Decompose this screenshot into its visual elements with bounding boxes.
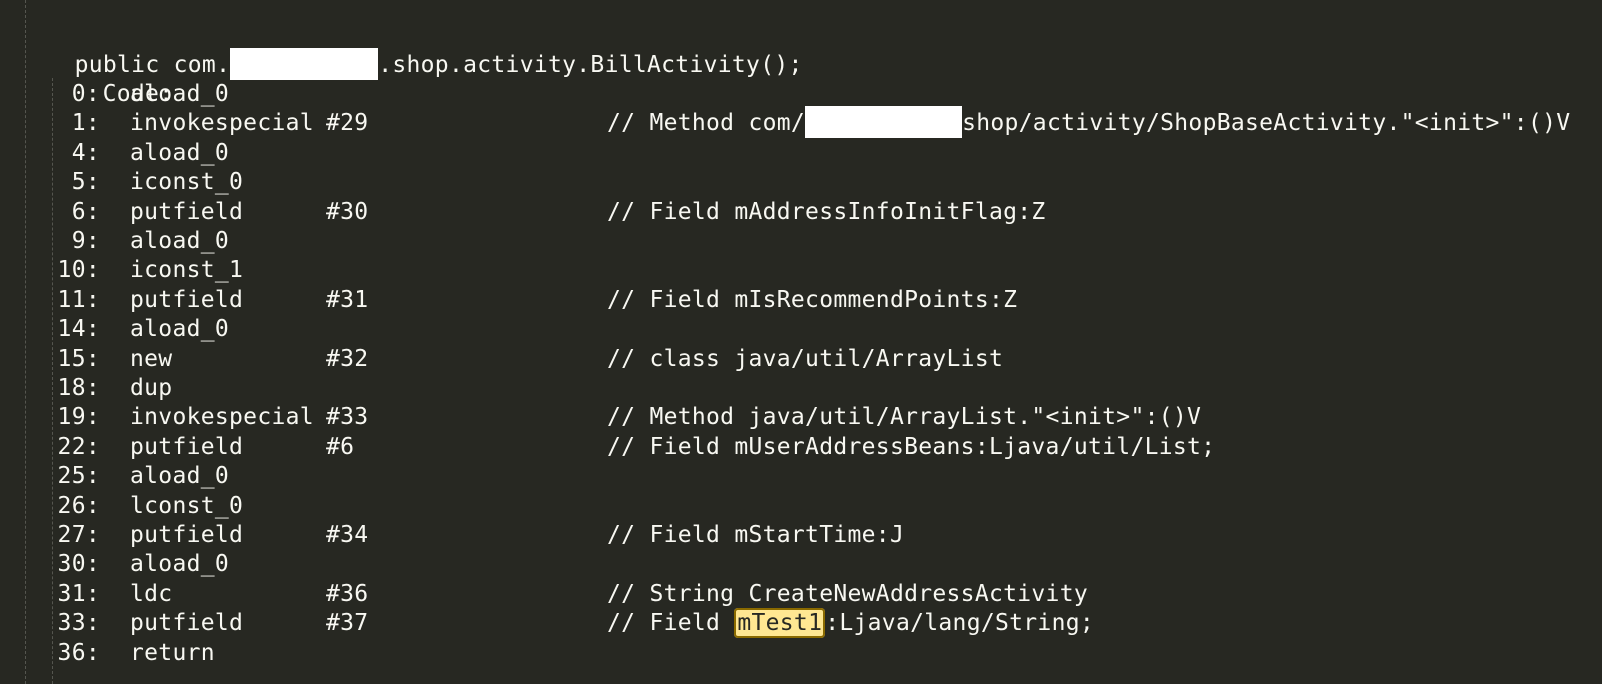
instruction-opcode: putfield bbox=[130, 522, 244, 548]
instruction-comment: // Field mAddressInfoInitFlag:Z bbox=[607, 198, 1046, 225]
instruction-operand: #31 bbox=[326, 286, 369, 313]
instruction-offset: 11: bbox=[57, 286, 100, 313]
instruction-opcode: aload_0 bbox=[130, 316, 230, 343]
instruction-row: 36: return bbox=[0, 638, 1602, 668]
instruction-row: 18: dup bbox=[0, 373, 1602, 403]
instruction-row: 31: ldc #36 // String CreateNewAddressActiv… bbox=[0, 579, 1602, 609]
signature-suffix: .shop.activity.BillActivity(); bbox=[378, 52, 803, 78]
comment-suffix: :Ljava/lang/String; bbox=[825, 610, 1095, 637]
instruction-row: 30: aload_0 bbox=[0, 549, 1602, 579]
instruction-row: 9: aload_0 bbox=[0, 226, 1602, 256]
instruction-row: 26: lconst_0 bbox=[0, 491, 1602, 521]
instruction-comment: // Field mStartTime:J bbox=[607, 522, 905, 548]
instruction-row: 4: aload_0 bbox=[0, 138, 1602, 168]
instruction-row: 5: iconst_0 bbox=[0, 167, 1602, 197]
instruction-offset: 26: bbox=[57, 492, 100, 519]
instruction-offset: 10: bbox=[57, 257, 100, 284]
comment-prefix: // Field bbox=[607, 610, 735, 637]
instruction-offset: 14: bbox=[57, 316, 100, 343]
instruction-opcode: aload_0 bbox=[130, 551, 230, 578]
instruction-offset: 4: bbox=[71, 139, 100, 166]
instruction-row: 15: new #32 // class java/util/ArrayList bbox=[0, 344, 1602, 374]
instruction-comment: // Field mUserAddressBeans:Ljava/util/Li… bbox=[607, 433, 1216, 460]
instruction-offset: 1: bbox=[71, 110, 100, 137]
instruction-opcode: ldc bbox=[130, 580, 173, 607]
comment-suffix: shop/activity/ShopBaseActivity."<init>":… bbox=[962, 110, 1571, 137]
instruction-opcode: new bbox=[130, 345, 173, 372]
instruction-opcode: putfield bbox=[130, 286, 244, 313]
instruction-opcode: iconst_1 bbox=[130, 257, 244, 284]
instruction-operand: #32 bbox=[326, 345, 369, 372]
code-label-line: Code: bbox=[46, 49, 173, 107]
instruction-row: 1: invokespecial #29 // Method com/shop/act… bbox=[0, 105, 1602, 138]
instruction-offset: 30: bbox=[57, 551, 100, 578]
instruction-operand: #6 bbox=[326, 433, 355, 460]
instruction-offset: 31: bbox=[57, 580, 100, 607]
instruction-operand: #34 bbox=[326, 522, 369, 548]
instruction-row: 10: iconst_1 bbox=[0, 255, 1602, 285]
instruction-comment: // class java/util/ArrayList bbox=[607, 345, 1004, 372]
instruction-opcode: aload_0 bbox=[130, 81, 230, 107]
instruction-offset: 18: bbox=[57, 375, 100, 401]
instruction-offset: 27: bbox=[57, 522, 100, 548]
instruction-opcode: lconst_0 bbox=[130, 492, 244, 519]
instruction-operand: #36 bbox=[326, 580, 369, 607]
instruction-opcode: iconst_0 bbox=[130, 169, 244, 196]
instruction-row: 33: putfield #37 // Field mTest1:Ljava/lang… bbox=[0, 608, 1602, 639]
instruction-operand: #33 bbox=[326, 404, 369, 431]
instruction-offset: 5: bbox=[71, 169, 100, 196]
instruction-row: 14: aload_0 bbox=[0, 314, 1602, 344]
instruction-operand: #37 bbox=[326, 610, 369, 637]
instruction-opcode: putfield bbox=[130, 610, 244, 637]
instruction-operand: #29 bbox=[326, 110, 369, 137]
instruction-opcode: putfield bbox=[130, 198, 244, 225]
redacted-package-block bbox=[805, 105, 963, 138]
instruction-offset: 19: bbox=[57, 404, 100, 431]
instruction-opcode: dup bbox=[130, 375, 173, 401]
instruction-opcode: invokespecial bbox=[130, 110, 314, 137]
instruction-opcode: aload_0 bbox=[130, 228, 230, 254]
instruction-offset: 22: bbox=[57, 433, 100, 460]
method-signature-line: public com. .shop.activity.BillActivity()… bbox=[18, 20, 803, 80]
comment-prefix: // Method com/ bbox=[607, 110, 806, 137]
instruction-row: 6: putfield #30 // Field mAddressInfoInitFl… bbox=[0, 197, 1602, 227]
instruction-offset: 9: bbox=[71, 228, 100, 254]
code-editor[interactable]: public com. .shop.activity.BillActivity()… bbox=[0, 0, 1602, 684]
instruction-row: 11: putfield #31 // Field mIsRecommendPoint… bbox=[0, 285, 1602, 315]
instruction-row: 25: aload_0 bbox=[0, 461, 1602, 491]
instruction-opcode: aload_0 bbox=[130, 139, 230, 166]
instruction-opcode: aload_0 bbox=[130, 463, 230, 490]
instruction-row: 19: invokespecial #33 // Method java/util/A… bbox=[0, 402, 1602, 432]
instruction-offset: 33: bbox=[57, 610, 100, 637]
instruction-offset: 15: bbox=[57, 345, 100, 372]
instruction-offset: 0: bbox=[71, 81, 100, 107]
instruction-offset: 25: bbox=[57, 463, 100, 490]
instruction-opcode: invokespecial bbox=[130, 404, 314, 431]
instruction-offset: 36: bbox=[57, 639, 100, 666]
redacted-package-block bbox=[230, 47, 379, 80]
instruction-comment: // Method com/shop/activity/ShopBaseActi… bbox=[607, 105, 1571, 138]
instruction-opcode: return bbox=[130, 639, 215, 666]
instruction-comment: // Field mTest1:Ljava/lang/String; bbox=[607, 608, 1095, 639]
instruction-comment: // String CreateNewAddressActivity bbox=[607, 580, 1089, 607]
instruction-comment: // Field mIsRecommendPoints:Z bbox=[607, 286, 1018, 313]
instruction-row: 0: aload_0 bbox=[0, 79, 1602, 109]
instruction-comment: // Method java/util/ArrayList."<init>":(… bbox=[607, 404, 1202, 431]
search-highlight: mTest1 bbox=[734, 608, 826, 639]
instruction-opcode: putfield bbox=[130, 433, 244, 460]
instruction-operand: #30 bbox=[326, 198, 369, 225]
instruction-row: 27: putfield #34 // Field mStartTime:J bbox=[0, 520, 1602, 550]
instruction-offset: 6: bbox=[71, 198, 100, 225]
instruction-row: 22: putfield #6 // Field mUserAddressBeans:… bbox=[0, 432, 1602, 462]
